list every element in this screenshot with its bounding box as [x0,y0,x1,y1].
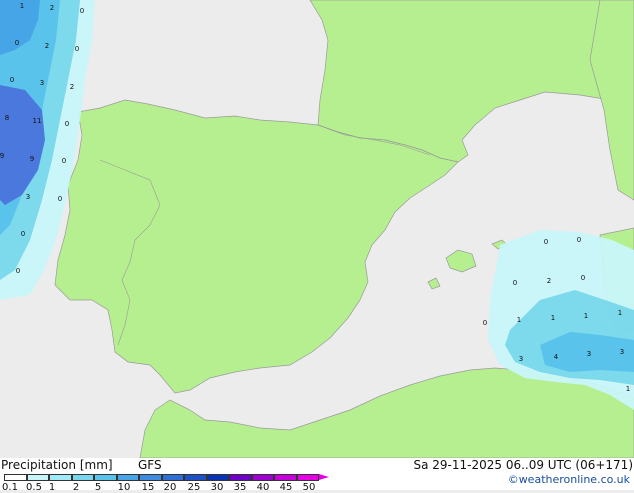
map-value-label: 1 [626,385,630,393]
map-value-label: 0 [75,45,79,53]
map-value-label: 3 [40,79,44,87]
legend-tick-label: 10 [117,482,131,493]
legend-swatch [206,474,229,481]
legend-arrow [319,474,329,480]
map-value-label: 1 [551,314,555,322]
legend-tick-label: 15 [141,482,155,493]
map-value-label: 1 [618,309,622,317]
legend-tick-label: 2 [72,482,80,493]
map-value-label: 3 [26,193,30,201]
map-value-label: 9 [30,155,34,163]
footer-credit[interactable]: ©weatheronline.co.uk [508,473,630,486]
map-value-label: 0 [544,238,548,246]
map-value-label: 2 [70,83,74,91]
legend-swatch [71,474,94,481]
legend-swatch [251,474,274,481]
legend-tick-label: 25 [187,482,201,493]
legend-tick-label: 40 [256,482,270,493]
legend-tick-label: 30 [210,482,224,493]
legend-swatch [49,474,72,481]
legend-swatch [296,474,319,481]
legend-tick-label: 1 [48,482,56,493]
legend-swatch [116,474,139,481]
map-value-label: 0 [65,120,69,128]
legend-tick-label: 5 [94,482,102,493]
map-value-label: 0 [581,274,585,282]
map-value-label: 8 [5,114,9,122]
legend-tick-label: 35 [233,482,247,493]
legend-colorbar [4,474,330,481]
map-value-label: 0 [58,195,62,203]
legend-tick-label: 0.1 [2,482,18,493]
legend-tick-label: 20 [163,482,177,493]
map-value-label: 0 [15,39,19,47]
map-value-label: 4 [554,353,559,361]
map-value-label: 0 [62,157,66,165]
footer-datetime: Sa 29-11-2025 06..09 UTC (06+171) [413,458,633,472]
map-value-label: 0 [21,230,25,238]
map-value-label: 2 [45,42,49,50]
map-value-label: 2 [50,4,54,12]
map-value-label: 0 [483,319,487,327]
map-value-label: 0 [10,76,14,84]
precipitation-map: 1 2 00 2 00 3 28 11 09 9 03 0000 02 000 1 1 13 4 3 311 [0,0,634,458]
legend-tick-label: 50 [302,482,316,493]
map-value-label: 0 [513,279,517,287]
map-value-label: 0 [16,267,20,275]
map-value-label: 0 [577,236,581,244]
map-value-label: 2 [547,277,551,285]
footer-model: GFS [138,458,162,472]
map-value-label: 3 [587,350,591,358]
legend-tick-label: 0.5 [26,482,42,493]
map-value-label: 11 [33,117,42,125]
map-value-label: 1 [517,316,521,324]
map-value-label: 1 [20,2,24,10]
legend-swatch [161,474,184,481]
legend-swatch [274,474,297,481]
footer-title: Precipitation [mm] [1,458,113,472]
legend-swatch [26,474,49,481]
legend-tick-label: 45 [279,482,293,493]
map-value-label: 1 [584,312,588,320]
map-value-label: 9 [0,152,4,160]
legend-swatch [94,474,117,481]
map-value-label: 0 [80,7,84,15]
legend-swatch [184,474,207,481]
map-value-label: 3 [620,348,624,356]
map-value-label: 3 [519,355,523,363]
legend-swatch [4,474,27,481]
legend-swatch [229,474,252,481]
legend-swatch [139,474,162,481]
